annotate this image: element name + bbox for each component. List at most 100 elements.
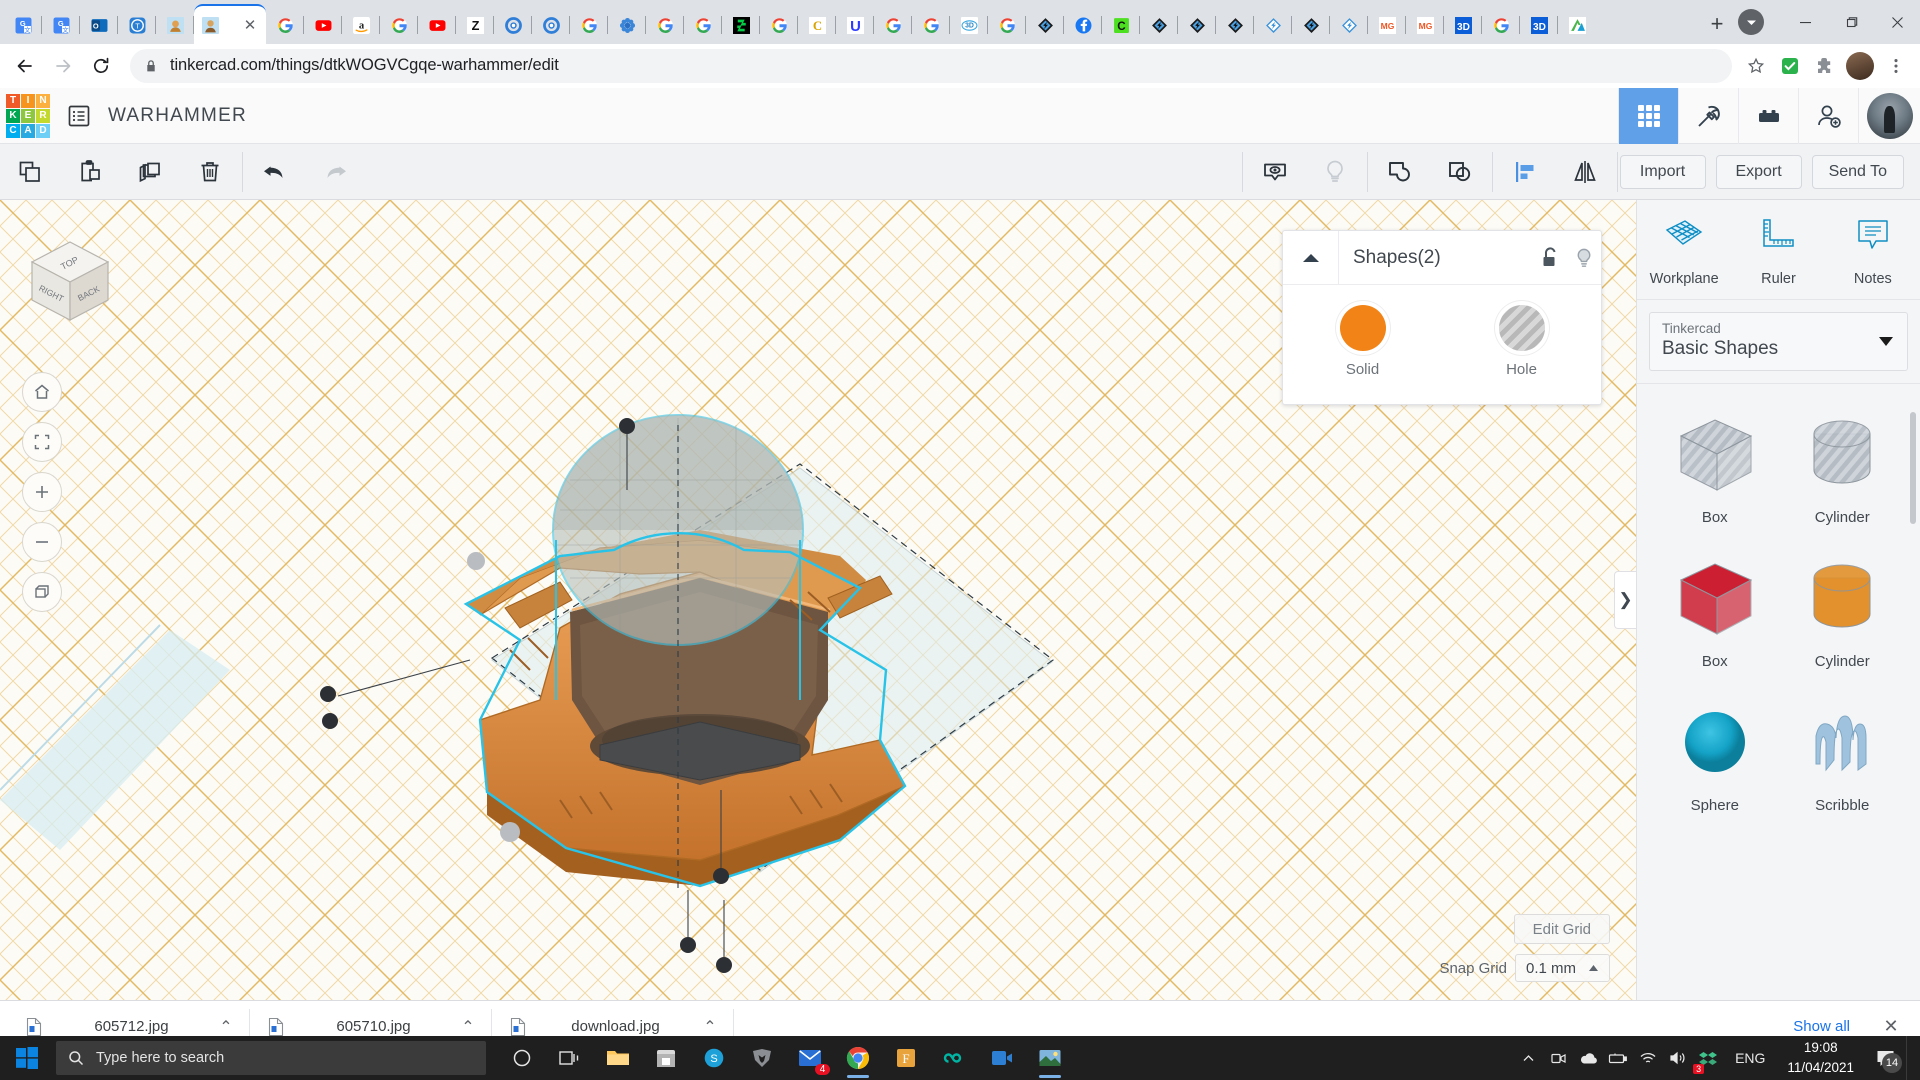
udemy-tab[interactable]: U	[836, 6, 874, 44]
file-explorer-icon[interactable]	[594, 1036, 642, 1080]
shape-cylinder-orange[interactable]: Cylinder	[1779, 546, 1907, 684]
shape-box-red[interactable]: Box	[1651, 546, 1779, 684]
3d-canvas[interactable]: TOP RIGHT BACK	[0, 200, 1636, 1000]
language-indicator[interactable]: ENG	[1723, 1050, 1777, 1066]
shape-sphere[interactable]: Sphere	[1651, 690, 1779, 828]
google-translate-tab-2[interactable]: G文	[42, 6, 80, 44]
notes-tool[interactable]: Notes	[1826, 216, 1920, 287]
shape-library-dropdown[interactable]: Tinkercad Basic Shapes	[1649, 312, 1908, 371]
zoom-out-button[interactable]	[22, 522, 62, 562]
view-cube[interactable]: TOP RIGHT BACK	[22, 232, 118, 328]
amazon-tab[interactable]: a	[342, 6, 380, 44]
close-downloads-bar-button[interactable]: ✕	[1878, 1016, 1904, 1037]
download-menu-icon[interactable]: ⌃	[209, 1017, 243, 1037]
c-tab[interactable]: C	[798, 6, 836, 44]
download-menu-icon[interactable]: ⌃	[451, 1017, 485, 1037]
show-desktop-button[interactable]	[1906, 1036, 1914, 1080]
pickaxe-icon[interactable]	[1678, 88, 1738, 144]
import-button[interactable]: Import	[1620, 155, 1706, 189]
wf-tab[interactable]	[1026, 6, 1064, 44]
delete-button[interactable]	[180, 144, 240, 200]
notifications-button[interactable]: 14	[1864, 1036, 1906, 1080]
mg-tab-2[interactable]: MG	[1406, 6, 1444, 44]
video-icon[interactable]	[978, 1036, 1026, 1080]
search-input[interactable]: Type here to search	[56, 1041, 486, 1075]
start-button[interactable]	[0, 1036, 54, 1080]
mail-icon[interactable]: 4	[786, 1036, 834, 1080]
lego-brick-icon[interactable]	[1738, 88, 1798, 144]
mg-tab[interactable]: MG	[1368, 6, 1406, 44]
tinkercad-tab[interactable]: ✕	[194, 4, 266, 44]
edit-grid-button[interactable]: Edit Grid	[1514, 914, 1610, 944]
teams-tab[interactable]: T	[118, 6, 156, 44]
photo-tab[interactable]	[156, 6, 194, 44]
hole-swatch[interactable]	[1499, 305, 1545, 351]
zbrush-tab[interactable]: Z	[456, 6, 494, 44]
zoom-in-button[interactable]	[22, 472, 62, 512]
flower-tab[interactable]	[608, 6, 646, 44]
battery-icon[interactable]	[1603, 1036, 1633, 1080]
skype-icon[interactable]: S	[690, 1036, 738, 1080]
google-tab-8[interactable]	[912, 6, 950, 44]
google-tab-6[interactable]	[760, 6, 798, 44]
home-view-button[interactable]	[22, 372, 62, 412]
youtube-tab[interactable]	[304, 6, 342, 44]
google-tab-5[interactable]	[684, 6, 722, 44]
minimize-button[interactable]	[1782, 0, 1828, 44]
unlock-icon[interactable]	[1533, 231, 1567, 285]
maximize-button[interactable]	[1828, 0, 1874, 44]
collapse-panel-button[interactable]	[1283, 231, 1339, 285]
task-view-icon[interactable]	[546, 1036, 594, 1080]
send-to-button[interactable]: Send To	[1812, 155, 1904, 189]
bookmark-star-icon[interactable]	[1740, 50, 1772, 82]
align-button[interactable]	[1495, 144, 1555, 200]
google-tab-4[interactable]	[646, 6, 684, 44]
cortana-icon[interactable]	[498, 1036, 546, 1080]
3d-tab-3[interactable]: 3D	[1520, 6, 1558, 44]
settings-tab[interactable]	[494, 6, 532, 44]
ruler-tool[interactable]: Ruler	[1731, 216, 1825, 287]
shape-gallery[interactable]: Box Cylinder Box Cylinder Sphere Scribbl…	[1637, 383, 1920, 1000]
extension-check-icon[interactable]	[1774, 50, 1806, 82]
panel-toggle-button[interactable]: ❯	[1614, 571, 1636, 629]
shape-scribble[interactable]: Scribble	[1779, 690, 1907, 828]
creality-tab[interactable]: C	[1102, 6, 1140, 44]
google-tab-3[interactable]	[570, 6, 608, 44]
google-tab-9[interactable]	[988, 6, 1026, 44]
project-list-button[interactable]	[56, 88, 102, 144]
visibility-button[interactable]	[1245, 144, 1305, 200]
chrome-menu-icon[interactable]	[1880, 50, 1912, 82]
extensions-puzzle-icon[interactable]	[1808, 50, 1840, 82]
group-button[interactable]	[1370, 144, 1430, 200]
autodesk-tab[interactable]	[1558, 6, 1596, 44]
google-tab[interactable]	[266, 6, 304, 44]
google-translate-tab[interactable]: G文	[4, 6, 42, 44]
forward-button[interactable]	[46, 49, 80, 83]
infinity-icon[interactable]	[930, 1036, 978, 1080]
screen-recorder-icon[interactable]	[1543, 1036, 1573, 1080]
clock[interactable]: 19:08 11/04/2021	[1777, 1038, 1864, 1077]
3d-tab-2[interactable]: 3D	[1444, 6, 1482, 44]
user-avatar[interactable]	[1858, 88, 1920, 144]
download-menu-icon[interactable]: ⌃	[693, 1017, 727, 1037]
redo-button[interactable]	[305, 144, 365, 200]
wf-tab-7[interactable]	[1330, 6, 1368, 44]
reload-button[interactable]	[84, 49, 118, 83]
google-tab-10[interactable]	[1482, 6, 1520, 44]
ortho-view-button[interactable]	[22, 572, 62, 612]
flipfont-icon[interactable]: F	[882, 1036, 930, 1080]
gallery-scrollbar[interactable]	[1910, 412, 1916, 524]
onedrive-icon[interactable]	[1573, 1036, 1603, 1080]
workplane-tool[interactable]: Workplane	[1637, 216, 1731, 287]
address-bar[interactable]: tinkercad.com/things/dtkWOGVCgqe-warhamm…	[130, 49, 1732, 83]
new-tab-button[interactable]: +	[1700, 7, 1734, 41]
tinkercad-logo[interactable]: TINKERCAD	[0, 88, 56, 144]
export-button[interactable]: Export	[1716, 155, 1802, 189]
volume-icon[interactable]	[1663, 1036, 1693, 1080]
facebook-tab[interactable]	[1064, 6, 1102, 44]
settings-tab-2[interactable]	[532, 6, 570, 44]
google-tab-2[interactable]	[380, 6, 418, 44]
browser-profile-avatar[interactable]	[1846, 52, 1874, 80]
shape-box-hole[interactable]: Box	[1651, 402, 1779, 540]
chrome-icon[interactable]	[834, 1036, 882, 1080]
